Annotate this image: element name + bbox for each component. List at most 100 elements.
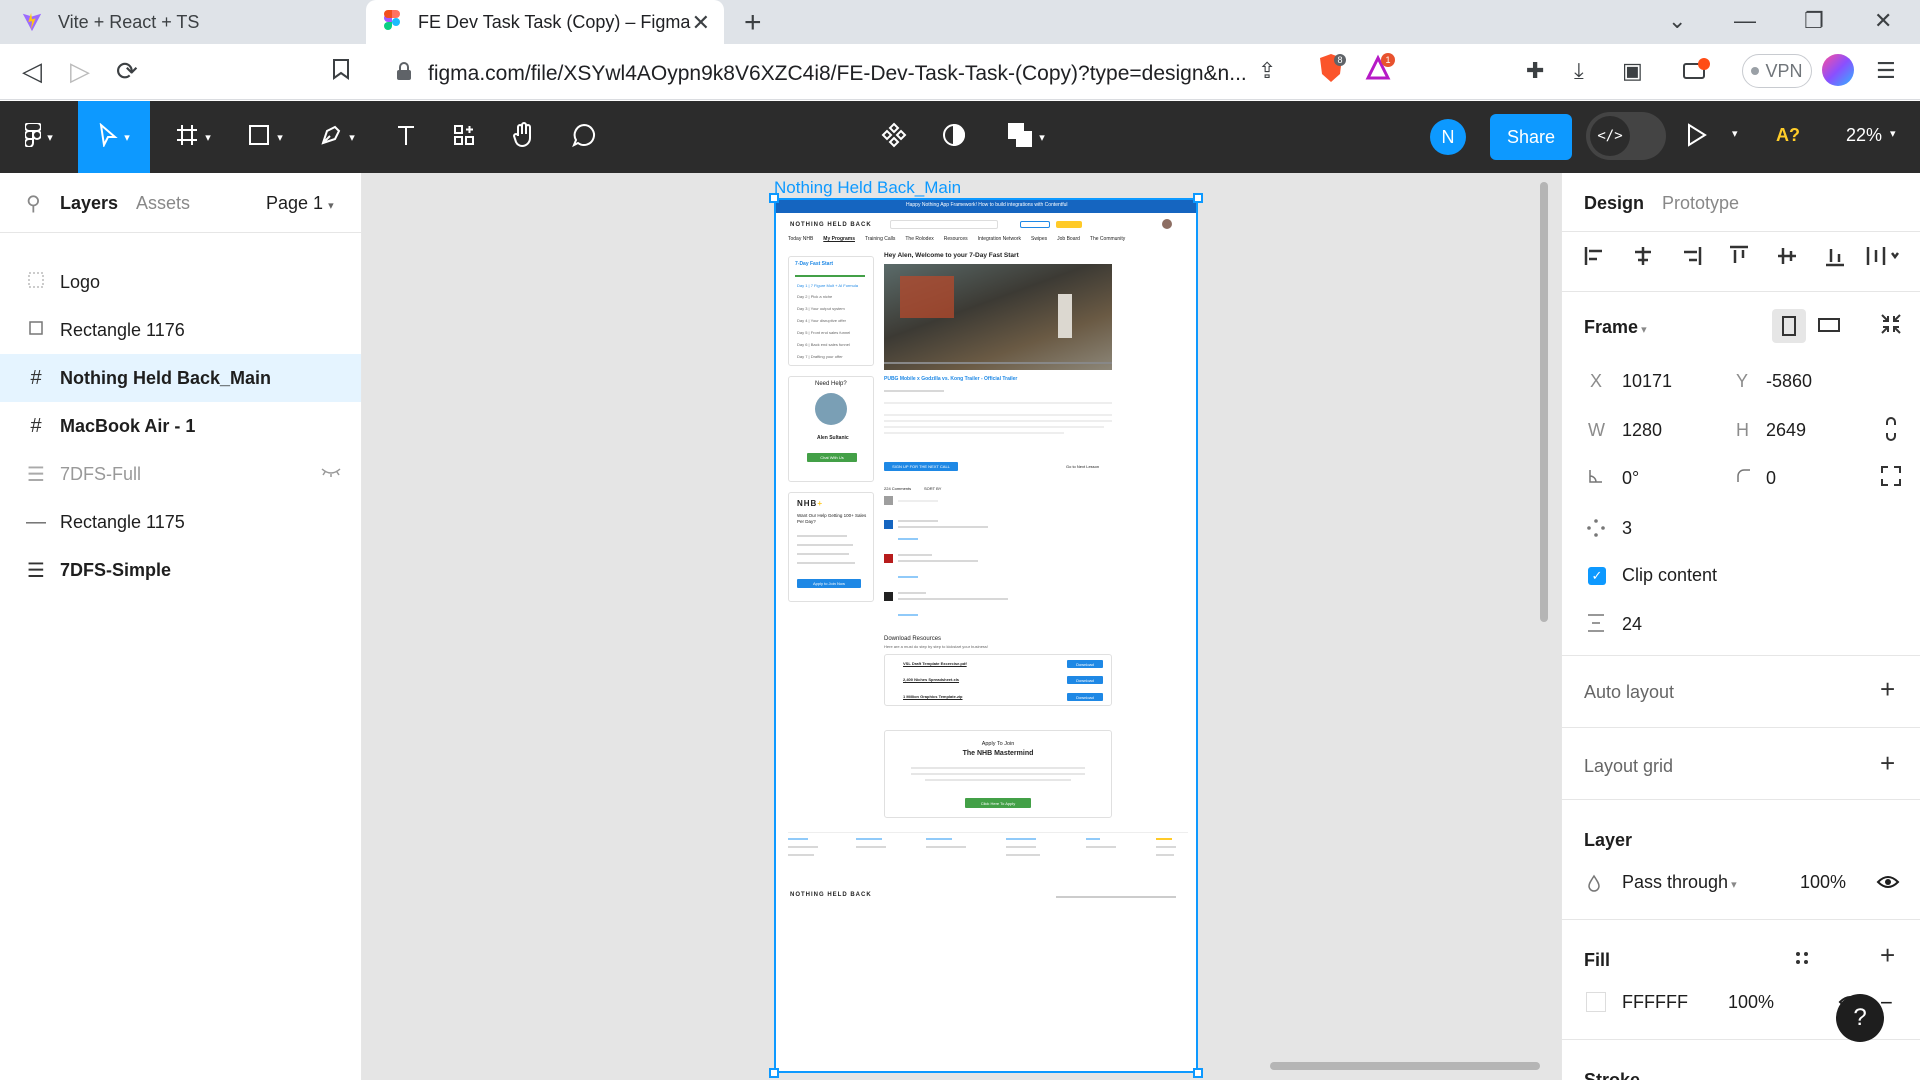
clip-content-checkbox[interactable]: ✓ bbox=[1588, 567, 1606, 585]
fill-hex-input[interactable]: FFFFFF bbox=[1622, 992, 1688, 1013]
resize-handle-bottom-left[interactable] bbox=[769, 1068, 779, 1078]
width-input[interactable]: 1280 bbox=[1622, 420, 1662, 441]
play-presentation-icon[interactable] bbox=[1686, 123, 1708, 152]
comment-tool-button[interactable] bbox=[554, 101, 614, 173]
zoom-level[interactable]: 22% bbox=[1846, 125, 1882, 146]
restore-icon[interactable]: ❐ bbox=[1804, 8, 1824, 34]
browser-tab-figma[interactable]: FE Dev Task Task (Copy) – Figma ✕ bbox=[366, 0, 724, 44]
gap-input[interactable]: 24 bbox=[1622, 614, 1642, 635]
fill-styles-icon[interactable] bbox=[1794, 950, 1810, 971]
bookmark-icon[interactable] bbox=[332, 56, 350, 87]
close-window-icon[interactable]: ✕ bbox=[1874, 8, 1892, 34]
constrain-proportions-icon[interactable] bbox=[1884, 417, 1898, 446]
share-page-icon[interactable]: ⇪ bbox=[1258, 58, 1276, 84]
share-button[interactable]: Share bbox=[1490, 114, 1572, 160]
layer-row-logo[interactable]: Logo bbox=[0, 258, 361, 306]
layer-visibility-eye-icon[interactable] bbox=[1876, 874, 1900, 895]
resources-tool-button[interactable] bbox=[434, 101, 494, 173]
align-vertical-center-icon[interactable] bbox=[1776, 245, 1798, 272]
add-fill-icon[interactable]: + bbox=[1880, 940, 1895, 971]
canvas-vertical-scrollbar[interactable] bbox=[1540, 182, 1548, 622]
boolean-tool-button[interactable]: ▾ bbox=[990, 101, 1062, 173]
help-button[interactable]: ? bbox=[1836, 994, 1884, 1042]
shape-tool-button[interactable]: ▾ bbox=[232, 101, 298, 173]
main-menu-button[interactable]: ▾ bbox=[0, 101, 78, 173]
layer-opacity-input[interactable]: 100% bbox=[1800, 872, 1846, 893]
browser-menu-icon[interactable]: ☰ bbox=[1876, 58, 1896, 84]
fill-color-swatch[interactable] bbox=[1586, 992, 1606, 1012]
zoom-chevron-icon[interactable]: ▾ bbox=[1890, 127, 1896, 140]
blend-mode-select[interactable]: Pass through ▾ bbox=[1622, 872, 1737, 893]
brave-rewards-icon[interactable]: 1 bbox=[1364, 52, 1396, 90]
new-tab-icon[interactable]: + bbox=[744, 6, 762, 40]
landscape-orientation-icon[interactable] bbox=[1818, 317, 1840, 338]
layer-row-rectangle-1175[interactable]: — Rectangle 1175 bbox=[0, 498, 361, 546]
layer-row-nothing-held-back-main[interactable]: # Nothing Held Back_Main bbox=[0, 354, 361, 402]
reload-icon[interactable]: ⟳ bbox=[116, 56, 138, 87]
add-layout-grid-icon[interactable]: + bbox=[1880, 748, 1895, 779]
resize-handle-top-left[interactable] bbox=[769, 193, 779, 203]
tab-search-chevron-icon[interactable]: ⌄ bbox=[1668, 8, 1686, 34]
layer-row-macbook-air-1[interactable]: # MacBook Air - 1 bbox=[0, 402, 361, 450]
move-tool-button[interactable]: ▾ bbox=[78, 101, 150, 173]
frame-section-title[interactable]: Frame ▾ bbox=[1584, 317, 1647, 338]
mask-tool-button[interactable] bbox=[926, 101, 982, 173]
rotation-input[interactable]: 0° bbox=[1622, 468, 1639, 489]
component-tool-button[interactable] bbox=[866, 101, 922, 173]
y-input[interactable]: -5860 bbox=[1766, 371, 1812, 392]
layer-row-rectangle-1176[interactable]: Rectangle 1176 bbox=[0, 306, 361, 354]
resize-to-fit-icon[interactable] bbox=[1880, 313, 1902, 340]
dev-mode-toggle[interactable]: </> bbox=[1586, 112, 1666, 160]
tab-assets[interactable]: Assets bbox=[136, 193, 190, 214]
close-tab-icon[interactable]: ✕ bbox=[692, 10, 710, 36]
search-layers-icon[interactable]: ⚲ bbox=[26, 191, 41, 216]
user-avatar[interactable]: N bbox=[1430, 119, 1466, 155]
accessibility-check-label[interactable]: A? bbox=[1776, 125, 1800, 146]
align-left-icon[interactable] bbox=[1584, 245, 1606, 272]
align-top-icon[interactable] bbox=[1728, 245, 1750, 272]
present-chevron-icon[interactable]: ▾ bbox=[1732, 127, 1738, 140]
add-auto-layout-icon[interactable]: + bbox=[1880, 674, 1895, 705]
text-tool-button[interactable] bbox=[376, 101, 436, 173]
tab-layers[interactable]: Layers bbox=[60, 193, 118, 214]
fill-opacity-input[interactable]: 100% bbox=[1728, 992, 1774, 1013]
tab-prototype[interactable]: Prototype bbox=[1662, 193, 1739, 214]
distribute-icon[interactable] bbox=[1866, 245, 1902, 272]
downloads-icon[interactable]: ⤓ bbox=[1574, 58, 1584, 84]
pen-tool-button[interactable]: ▾ bbox=[304, 101, 370, 173]
tab-design[interactable]: Design bbox=[1584, 193, 1644, 214]
align-bottom-icon[interactable] bbox=[1824, 245, 1846, 272]
brave-shield-icon[interactable]: 8 bbox=[1316, 52, 1346, 90]
page-selector[interactable]: Page 1 ▾ bbox=[266, 193, 334, 214]
hidden-eye-icon[interactable] bbox=[320, 465, 342, 484]
align-horizontal-center-icon[interactable] bbox=[1632, 245, 1654, 272]
independent-corners-icon[interactable] bbox=[1880, 465, 1902, 492]
layer-row-7dfs-simple[interactable]: ☰ 7DFS-Simple bbox=[0, 546, 361, 594]
resize-handle-bottom-right[interactable] bbox=[1193, 1068, 1203, 1078]
wallet-icon[interactable] bbox=[1682, 58, 1710, 88]
selected-frame[interactable]: Happy Nothing App Framework! How to buil… bbox=[774, 198, 1198, 1073]
preview-download-file: 2,400 Niches Spreadsheet.xls bbox=[903, 677, 960, 682]
x-input[interactable]: 10171 bbox=[1622, 371, 1672, 392]
sidebar-toggle-icon[interactable]: ▣ bbox=[1622, 58, 1643, 84]
url-field[interactable]: figma.com/file/XSYwl4AOypn9k8V6XZC4i8/FE… bbox=[378, 52, 1400, 92]
portrait-orientation-icon[interactable] bbox=[1772, 309, 1806, 343]
frame-name-label[interactable]: Nothing Held Back_Main bbox=[774, 178, 961, 198]
resize-handle-top-right[interactable] bbox=[1193, 193, 1203, 203]
design-canvas[interactable]: Nothing Held Back_Main Happy Nothing App… bbox=[362, 173, 1561, 1080]
back-icon[interactable]: ◁ bbox=[22, 56, 42, 87]
align-right-icon[interactable] bbox=[1680, 245, 1702, 272]
forward-icon[interactable]: ▷ bbox=[70, 56, 90, 87]
browser-tab-vite[interactable]: Vite + React + TS bbox=[0, 0, 362, 44]
hand-tool-button[interactable] bbox=[494, 101, 554, 173]
canvas-horizontal-scrollbar[interactable] bbox=[1270, 1062, 1540, 1070]
minimize-icon[interactable]: — bbox=[1734, 8, 1756, 34]
profile-avatar-icon[interactable] bbox=[1822, 54, 1854, 86]
height-input[interactable]: 2649 bbox=[1766, 420, 1806, 441]
layer-row-7dfs-full[interactable]: ☰ 7DFS-Full bbox=[0, 450, 361, 498]
spacing-input[interactable]: 3 bbox=[1622, 518, 1632, 539]
corner-radius-input[interactable]: 0 bbox=[1766, 468, 1776, 489]
frame-tool-button[interactable]: ▾ bbox=[160, 101, 226, 173]
extensions-puzzle-icon[interactable]: ✚ bbox=[1526, 58, 1544, 84]
vpn-button[interactable]: VPN bbox=[1742, 54, 1812, 88]
